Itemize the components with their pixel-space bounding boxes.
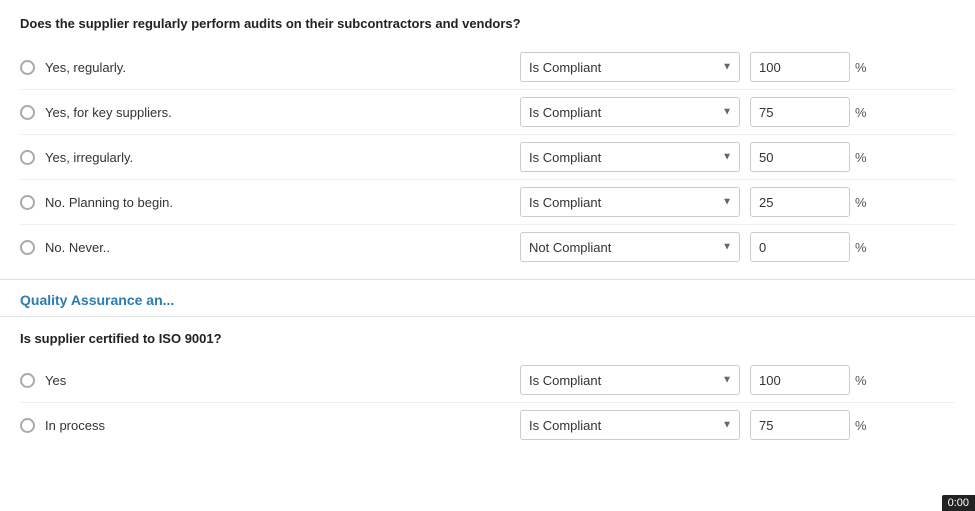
radio-label[interactable]: No. Never..: [20, 240, 520, 255]
percent-input-wrapper: %: [750, 142, 870, 172]
answer-label: Yes, regularly.: [45, 60, 126, 75]
radio-label[interactable]: No. Planning to begin.: [20, 195, 520, 210]
compliance-select[interactable]: Is CompliantNot CompliantPartially Compl…: [520, 410, 740, 440]
compliance-select-wrapper: Is CompliantNot CompliantPartially Compl…: [520, 410, 740, 440]
percent-input[interactable]: [750, 187, 850, 217]
radio-label[interactable]: Yes, irregularly.: [20, 150, 520, 165]
radio-label[interactable]: Yes: [20, 373, 520, 388]
compliance-select-wrapper: Is CompliantNot CompliantPartially Compl…: [520, 187, 740, 217]
percent-sign: %: [855, 240, 867, 255]
answer-label: No. Planning to begin.: [45, 195, 173, 210]
table-row: Yes Is CompliantNot CompliantPartially Co…: [20, 358, 955, 403]
section-group-title: Quality Assurance an...: [0, 280, 975, 317]
percent-input[interactable]: [750, 142, 850, 172]
percent-sign: %: [855, 150, 867, 165]
compliance-select-wrapper: Is CompliantNot CompliantPartially Compl…: [520, 52, 740, 82]
percent-input-wrapper: %: [750, 52, 870, 82]
radio-circle[interactable]: [20, 105, 35, 120]
answer-label: No. Never..: [45, 240, 110, 255]
table-row: Yes, for key suppliers. Is CompliantNot C…: [20, 90, 955, 135]
percent-sign: %: [855, 195, 867, 210]
section1: Does the supplier regularly perform audi…: [0, 0, 975, 280]
table-row: No. Planning to begin. Is CompliantNot Co…: [20, 180, 955, 225]
table-row: No. Never.. Is CompliantNot CompliantPart…: [20, 225, 955, 269]
percent-input[interactable]: [750, 232, 850, 262]
compliance-select[interactable]: Is CompliantNot CompliantPartially Compl…: [520, 142, 740, 172]
compliance-select-wrapper: Is CompliantNot CompliantPartially Compl…: [520, 97, 740, 127]
percent-sign: %: [855, 60, 867, 75]
radio-circle[interactable]: [20, 373, 35, 388]
page: Does the supplier regularly perform audi…: [0, 0, 975, 511]
percent-input-wrapper: %: [750, 187, 870, 217]
compliance-select[interactable]: Is CompliantNot CompliantPartially Compl…: [520, 187, 740, 217]
timer-badge: 0:00: [942, 495, 975, 511]
percent-input-wrapper: %: [750, 97, 870, 127]
radio-label[interactable]: Yes, regularly.: [20, 60, 520, 75]
percent-input[interactable]: [750, 97, 850, 127]
section2: Is supplier certified to ISO 9001? Yes Is…: [0, 317, 975, 457]
radio-circle[interactable]: [20, 240, 35, 255]
radio-circle[interactable]: [20, 150, 35, 165]
compliance-select[interactable]: Is CompliantNot CompliantPartially Compl…: [520, 232, 740, 262]
compliance-select[interactable]: Is CompliantNot CompliantPartially Compl…: [520, 97, 740, 127]
percent-input-wrapper: %: [750, 232, 870, 262]
compliance-select[interactable]: Is CompliantNot CompliantPartially Compl…: [520, 52, 740, 82]
answer-label: Yes, irregularly.: [45, 150, 133, 165]
compliance-select[interactable]: Is CompliantNot CompliantPartially Compl…: [520, 365, 740, 395]
answer-label: In process: [45, 418, 105, 433]
table-row: In process Is CompliantNot CompliantParti…: [20, 403, 955, 447]
percent-input-wrapper: %: [750, 410, 870, 440]
percent-input-wrapper: %: [750, 365, 870, 395]
section2-title: Is supplier certified to ISO 9001?: [20, 331, 955, 346]
compliance-select-wrapper: Is CompliantNot CompliantPartially Compl…: [520, 232, 740, 262]
radio-label[interactable]: Yes, for key suppliers.: [20, 105, 520, 120]
table-row: Yes, irregularly. Is CompliantNot Complia…: [20, 135, 955, 180]
table-row: Yes, regularly. Is CompliantNot Compliant…: [20, 45, 955, 90]
section1-title: Does the supplier regularly perform audi…: [20, 16, 955, 31]
percent-input[interactable]: [750, 52, 850, 82]
percent-sign: %: [855, 373, 867, 388]
radio-label[interactable]: In process: [20, 418, 520, 433]
compliance-select-wrapper: Is CompliantNot CompliantPartially Compl…: [520, 142, 740, 172]
percent-input[interactable]: [750, 365, 850, 395]
answer-label: Yes, for key suppliers.: [45, 105, 172, 120]
compliance-select-wrapper: Is CompliantNot CompliantPartially Compl…: [520, 365, 740, 395]
radio-circle[interactable]: [20, 60, 35, 75]
percent-sign: %: [855, 105, 867, 120]
percent-sign: %: [855, 418, 867, 433]
percent-input[interactable]: [750, 410, 850, 440]
section1-rows: Yes, regularly. Is CompliantNot Compliant…: [20, 45, 955, 269]
answer-label: Yes: [45, 373, 66, 388]
radio-circle[interactable]: [20, 418, 35, 433]
section2-rows: Yes Is CompliantNot CompliantPartially Co…: [20, 358, 955, 447]
radio-circle[interactable]: [20, 195, 35, 210]
